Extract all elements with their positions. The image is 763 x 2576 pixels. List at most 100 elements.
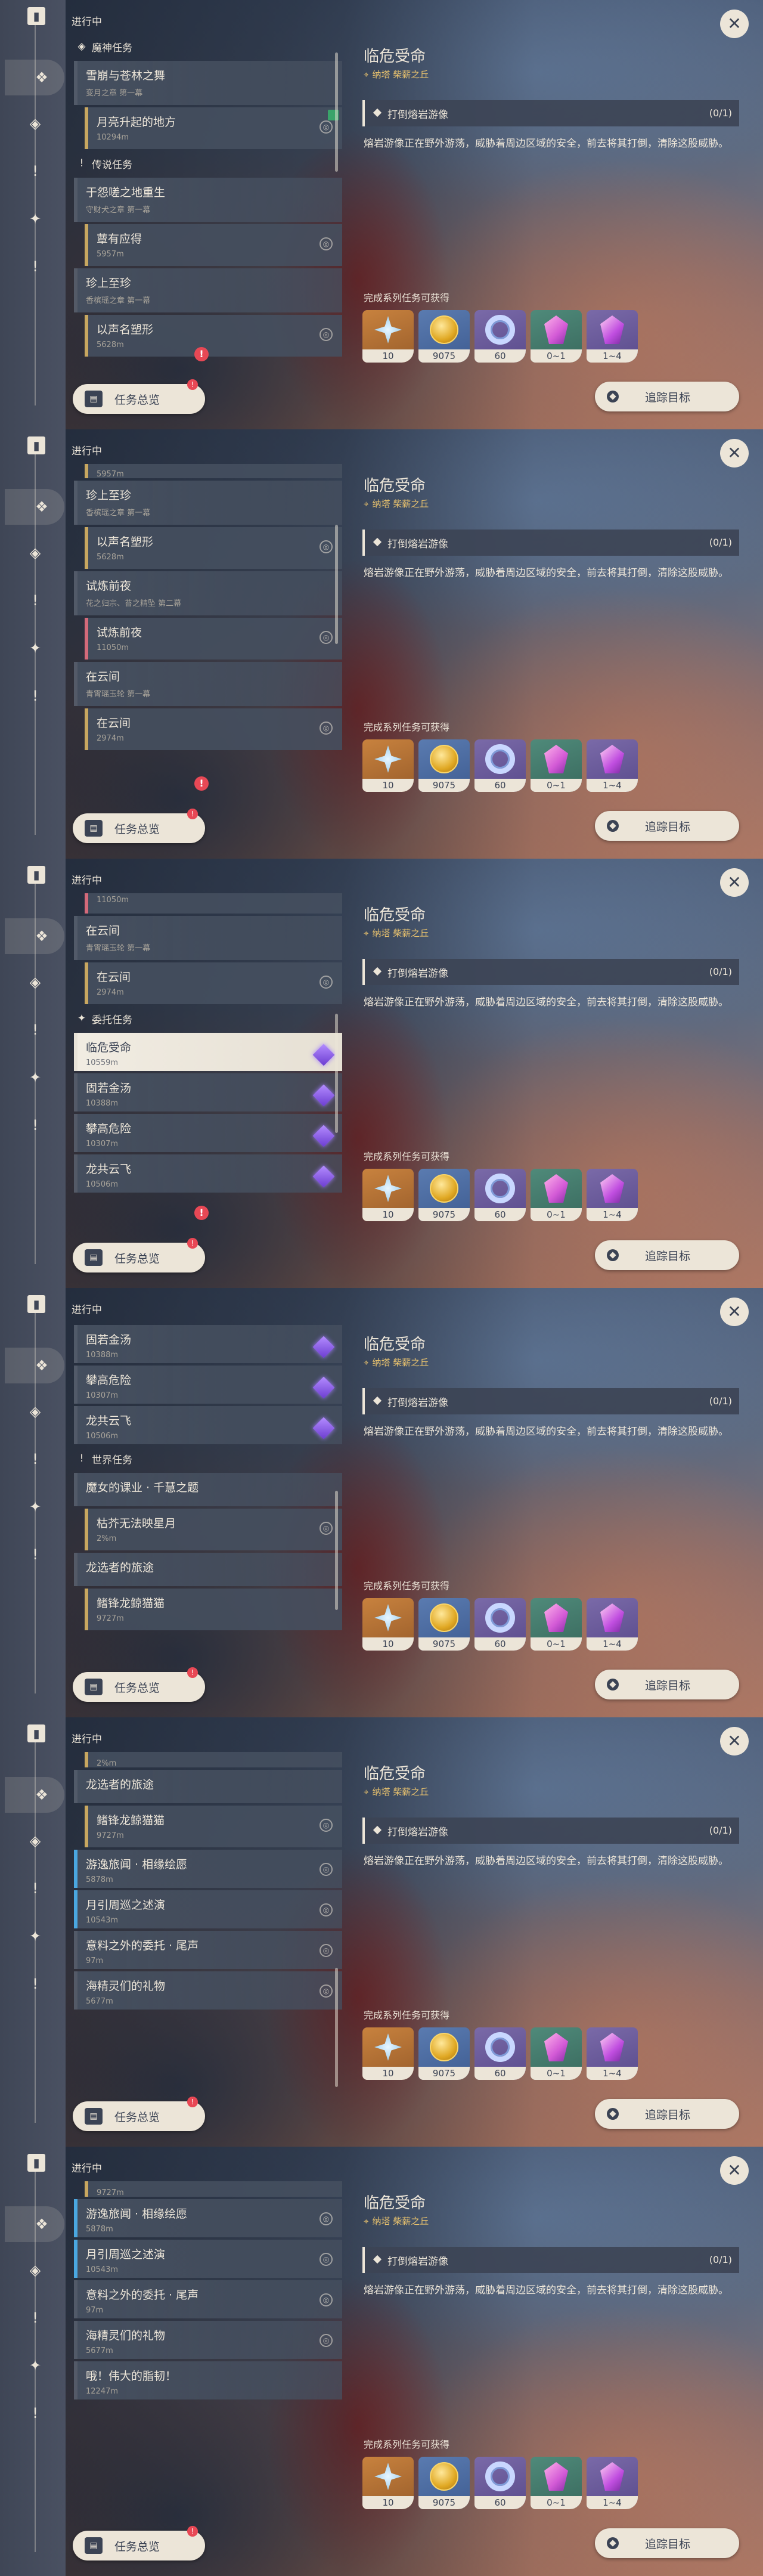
quest-card[interactable]: 游逸旅闻 · 相缘绘愿 5878m ◎: [74, 2199, 342, 2237]
quest-card[interactable]: 龙选者的旅途: [74, 1770, 342, 1803]
quest-scroll-area[interactable]: 固若金汤 10388m 攀高危险 10307m 龙共云飞 10506m ! 世界任务 魔…: [74, 1323, 342, 1657]
reward-item[interactable]: 60: [474, 2027, 526, 2080]
quest-step[interactable]: 9727m: [85, 2181, 342, 2197]
reward-item[interactable]: 0~1: [531, 310, 582, 363]
reward-item[interactable]: 1~4: [587, 1598, 638, 1651]
commission-card[interactable]: 龙共云飞 10506m: [74, 1406, 342, 1444]
commission-icon[interactable]: ✦: [26, 1498, 44, 1516]
close-button[interactable]: ✕: [720, 1727, 749, 1755]
quest-scroll-area[interactable]: ◈ 魔神任务 雪崩与苍林之舞 变月之章 第一幕 月亮升起的地方 10294m ◎ ! 传说…: [74, 35, 342, 369]
quest-step[interactable]: 2%m: [85, 1752, 342, 1768]
reward-item[interactable]: 60: [474, 2457, 526, 2509]
all-quests-icon[interactable]: ❖: [5, 60, 64, 95]
archon-quest-icon[interactable]: ◈: [26, 114, 44, 132]
list-scrollbar[interactable]: [335, 52, 338, 172]
commission-icon[interactable]: ✦: [26, 1069, 44, 1086]
quest-card[interactable]: 意料之外的委托 · 尾声 97m ◎: [74, 1931, 342, 1969]
reward-item[interactable]: 0~1: [531, 2027, 582, 2080]
quest-card[interactable]: 月引周巡之述演 10543m ◎: [74, 1890, 342, 1928]
quest-card[interactable]: 月引周巡之述演 10543m ◎: [74, 2240, 342, 2278]
reward-item[interactable]: 1~4: [587, 2027, 638, 2080]
close-button[interactable]: ✕: [720, 868, 749, 897]
reward-item[interactable]: 60: [474, 1169, 526, 1221]
archon-quest-icon[interactable]: ◈: [26, 973, 44, 991]
quest-overview-button[interactable]: ▤ 任务总览!: [73, 809, 205, 843]
reward-item[interactable]: 1~4: [587, 1169, 638, 1221]
commission-icon[interactable]: ✦: [26, 639, 44, 657]
quest-card[interactable]: 龙选者的旅途: [74, 1553, 342, 1586]
all-quests-icon[interactable]: ❖: [5, 1777, 64, 1813]
world-quest-icon[interactable]: !: [26, 1546, 44, 1563]
commission-card[interactable]: 固若金汤 10388m: [74, 1325, 342, 1363]
commission-card-selected[interactable]: 临危受命 10559m: [74, 1033, 342, 1071]
quest-card[interactable]: 珍上至珍 香槟瑶之章 第一幕: [74, 268, 342, 312]
close-button[interactable]: ✕: [720, 10, 749, 38]
commission-card[interactable]: 龙共云飞 10506m: [74, 1154, 342, 1193]
commission-icon[interactable]: ✦: [26, 210, 44, 228]
list-scrollbar[interactable]: [335, 1968, 338, 2087]
reward-item[interactable]: 1~4: [587, 739, 638, 792]
archon-quest-icon[interactable]: ◈: [26, 2261, 44, 2279]
quest-step[interactable]: 在云间 2974m ◎: [85, 708, 342, 750]
story-quest-icon[interactable]: !: [26, 1880, 44, 1897]
reward-item[interactable]: 10: [362, 1169, 414, 1221]
reward-item[interactable]: 0~1: [531, 1169, 582, 1221]
list-scrollbar[interactable]: [335, 1014, 338, 1133]
reward-item[interactable]: 60: [474, 739, 526, 792]
quest-step[interactable]: 以声名塑形 5628m ◎: [85, 315, 342, 357]
reward-item[interactable]: 0~1: [531, 2457, 582, 2509]
quest-step[interactable]: 以声名塑形 5628m ◎: [85, 527, 342, 569]
quest-step[interactable]: 鳍锋龙鲸猫猫 9727m: [85, 1589, 342, 1630]
quest-step[interactable]: 试炼前夜 11050m ◎: [85, 618, 342, 660]
quest-overview-button[interactable]: ▤ 任务总览!: [73, 1238, 205, 1272]
quest-overview-button[interactable]: ▤ 任务总览!: [73, 2097, 205, 2131]
commission-card[interactable]: 固若金汤 10388m: [74, 1073, 342, 1111]
quest-step[interactable]: 枯芥无法映星月 2%m ◎: [85, 1509, 342, 1550]
quest-card[interactable]: 在云间 青霄瑶玉轮 第一幕: [74, 662, 342, 706]
track-target-button[interactable]: 追踪目标: [595, 1240, 739, 1270]
world-quest-icon[interactable]: !: [26, 1116, 44, 1134]
reward-item[interactable]: 9075: [418, 310, 470, 363]
commission-card[interactable]: 攀高危险 10307m: [74, 1366, 342, 1404]
list-scrollbar[interactable]: [335, 525, 338, 644]
quest-card[interactable]: 试炼前夜 花之归宗、苔之精坠 第二幕: [74, 571, 342, 615]
track-target-button[interactable]: 追踪目标: [595, 2528, 739, 2558]
reward-item[interactable]: 1~4: [587, 310, 638, 363]
world-quest-icon[interactable]: !: [26, 687, 44, 705]
quest-card[interactable]: 在云间 青霄瑶玉轮 第一幕: [74, 916, 342, 960]
reward-item[interactable]: 10: [362, 2027, 414, 2080]
quest-step[interactable]: 鳍锋龙鲸猫猫 9727m ◎: [85, 1806, 342, 1847]
archon-quest-icon[interactable]: ◈: [26, 1402, 44, 1420]
close-button[interactable]: ✕: [720, 439, 749, 467]
reward-item[interactable]: 10: [362, 2457, 414, 2509]
reward-item[interactable]: 0~1: [531, 739, 582, 792]
commission-icon[interactable]: ✦: [26, 2357, 44, 2374]
reward-item[interactable]: 9075: [418, 739, 470, 792]
story-quest-icon[interactable]: !: [26, 592, 44, 609]
quest-scroll-area[interactable]: 2%m 龙选者的旅途 鳍锋龙鲸猫猫 9727m ◎ 游逸旅闻 · 相缘绘愿 5878m…: [74, 1752, 342, 2086]
list-scrollbar[interactable]: [335, 1491, 338, 1610]
reward-item[interactable]: 60: [474, 310, 526, 363]
quest-overview-button[interactable]: ▤ 任务总览!: [73, 2526, 205, 2560]
all-quests-icon[interactable]: ❖: [5, 1348, 64, 1383]
archon-quest-icon[interactable]: ◈: [26, 1832, 44, 1850]
quest-overview-button[interactable]: ▤ 任务总览!: [73, 379, 205, 414]
quest-card[interactable]: 魔女的课业 · 千慧之题: [74, 1473, 342, 1506]
quest-card[interactable]: 哦！伟大的脂韧！ 12247m: [74, 2361, 342, 2399]
reward-item[interactable]: 10: [362, 739, 414, 792]
reward-item[interactable]: 1~4: [587, 2457, 638, 2509]
world-quest-icon[interactable]: !: [26, 1975, 44, 1993]
reward-item[interactable]: 9075: [418, 2457, 470, 2509]
story-quest-icon[interactable]: !: [26, 162, 44, 180]
story-quest-icon[interactable]: !: [26, 1021, 44, 1039]
quest-scroll-area[interactable]: 9727m 游逸旅闻 · 相缘绘愿 5878m ◎ 月引周巡之述演 10543m ◎ 意…: [74, 2181, 342, 2515]
track-target-button[interactable]: 追踪目标: [595, 811, 739, 841]
reward-item[interactable]: 9075: [418, 2027, 470, 2080]
commission-icon[interactable]: ✦: [26, 1927, 44, 1945]
world-quest-icon[interactable]: !: [26, 2404, 44, 2422]
close-button[interactable]: ✕: [720, 2156, 749, 2185]
quest-step[interactable]: 11050m: [85, 893, 342, 914]
story-quest-icon[interactable]: !: [26, 2309, 44, 2327]
world-quest-icon[interactable]: !: [26, 258, 44, 275]
quest-step[interactable]: 蕈有应得 5957m ◎: [85, 224, 342, 266]
